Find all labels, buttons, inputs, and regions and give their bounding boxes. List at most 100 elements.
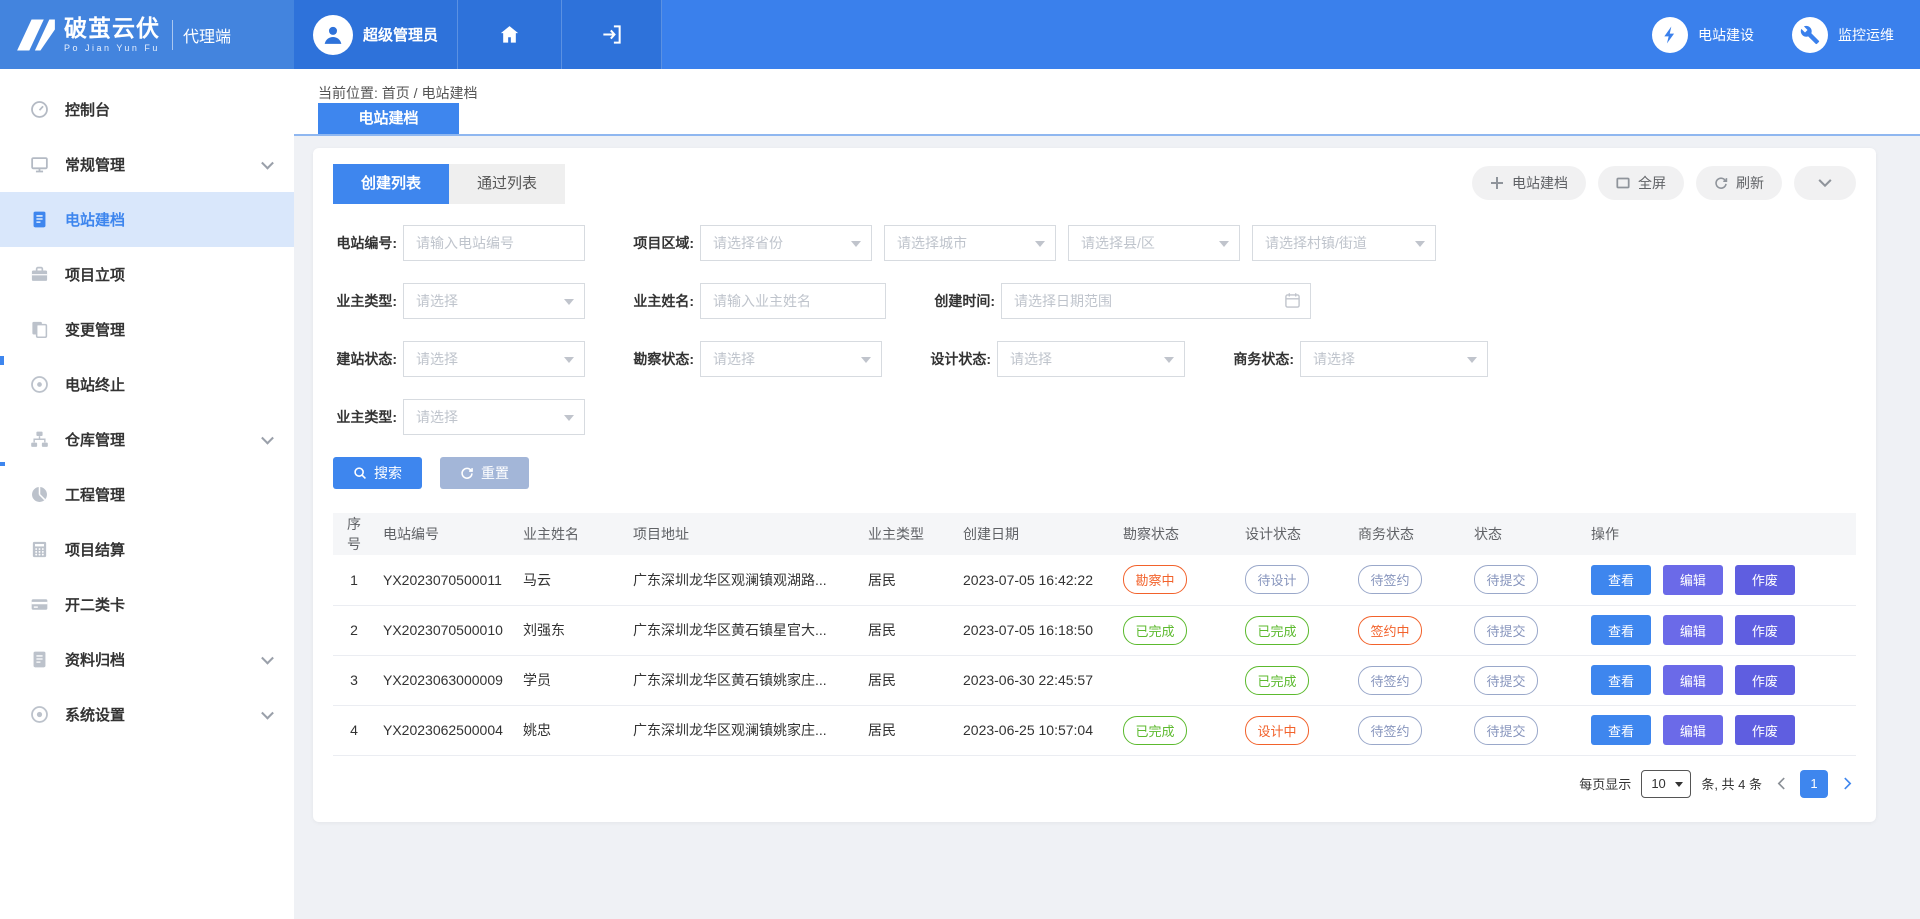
business-status-cell: 待签约 <box>1350 705 1466 755</box>
caret-down-icon <box>1415 241 1425 247</box>
owner-name-input[interactable] <box>700 283 886 319</box>
document-icon <box>30 210 50 230</box>
address-cell: 广东深圳龙华区观澜镇观湖路... <box>625 555 860 605</box>
station-code-input[interactable] <box>403 225 585 261</box>
plus-icon <box>1490 176 1504 190</box>
lightning-icon <box>1652 17 1688 53</box>
collapse-button[interactable] <box>1794 166 1856 200</box>
status-badge: 待签约 <box>1358 666 1422 695</box>
sidebar-item-system-settings[interactable]: 系统设置 <box>0 687 294 742</box>
table-row: 2 YX2023070500010 刘强东 广东深圳龙华区黄石镇星官大... 居… <box>333 605 1856 655</box>
sidebar-item-label: 项目立项 <box>65 264 125 285</box>
table-row: 1 YX2023070500011 马云 广东深圳龙华区观澜镇观湖路... 居民… <box>333 555 1856 605</box>
logout-button[interactable] <box>562 0 662 69</box>
tab-create-list[interactable]: 创建列表 <box>333 164 449 204</box>
city-select[interactable]: 请选择城市 <box>884 225 1056 261</box>
quick-link-label: 电站建设 <box>1698 25 1754 45</box>
actions-cell: 查看 编辑 作废 <box>1583 705 1856 755</box>
sidebar-item-warehouse-management[interactable]: 仓库管理 <box>0 412 294 467</box>
pagination: 每页显示 10 条, 共 4 条 1 <box>333 770 1856 798</box>
page-tab-station-archive[interactable]: 电站建档 <box>318 103 459 134</box>
view-button[interactable]: 查看 <box>1591 615 1651 645</box>
edit-button[interactable]: 编辑 <box>1663 665 1723 695</box>
province-select[interactable]: 请选择省份 <box>700 225 872 261</box>
owner-type-2-select[interactable]: 请选择 <box>403 399 585 435</box>
date-range-picker[interactable] <box>1001 283 1311 319</box>
address-cell: 广东深圳龙华区黄石镇姚家庄... <box>625 655 860 705</box>
total-count-label: 条, 共 4 条 <box>1701 774 1762 793</box>
sidebar-item-engineering-management[interactable]: 工程管理 <box>0 467 294 522</box>
user-menu[interactable]: 超级管理员 <box>294 0 458 69</box>
owner-type-select[interactable]: 请选择 <box>403 283 585 319</box>
sidebar-item-console[interactable]: 控制台 <box>0 82 294 137</box>
view-button[interactable]: 查看 <box>1591 565 1651 595</box>
sidebar-item-project-initiation[interactable]: 项目立项 <box>0 247 294 302</box>
filter-owner-type-2: 业主类型: 请选择 <box>333 399 585 435</box>
station-code-cell: YX2023063000009 <box>375 655 515 705</box>
table-row: 4 YX2023062500004 姚忠 广东深圳龙华区观澜镇姚家庄... 居民… <box>333 705 1856 755</box>
sidebar-item-project-settlement[interactable]: 项目结算 <box>0 522 294 577</box>
created-cell: 2023-07-05 16:18:50 <box>955 605 1115 655</box>
view-button[interactable]: 查看 <box>1591 665 1651 695</box>
brand-divider <box>172 20 173 50</box>
status-badge: 待提交 <box>1474 616 1538 645</box>
next-page-button[interactable] <box>1838 775 1856 793</box>
filter-row-3: 建站状态: 请选择 勘察状态: 请选择 设计状态: 请选择 商务状态: <box>333 341 1856 377</box>
dashboard-icon <box>30 100 50 120</box>
filter-label: 业主姓名: <box>630 291 694 311</box>
status-badge: 待提交 <box>1474 716 1538 745</box>
refresh-button[interactable]: 刷新 <box>1696 166 1782 200</box>
col-address: 项目地址 <box>625 513 860 555</box>
void-button[interactable]: 作废 <box>1735 715 1795 745</box>
sidebar-item-station-archive[interactable]: 电站建档 <box>0 192 294 247</box>
actions-cell: 查看 编辑 作废 <box>1583 605 1856 655</box>
sidebar-item-change-management[interactable]: 变更管理 <box>0 302 294 357</box>
reset-icon <box>460 466 474 480</box>
owner-type-cell: 居民 <box>860 655 955 705</box>
quick-link-monitor-ops[interactable]: 监控运维 <box>1792 17 1894 53</box>
edit-button[interactable]: 编辑 <box>1663 615 1723 645</box>
address-cell: 广东深圳龙华区观澜镇姚家庄... <box>625 705 860 755</box>
sidebar-item-second-class-card[interactable]: 开二类卡 <box>0 577 294 632</box>
status-cell: 待提交 <box>1466 605 1583 655</box>
void-button[interactable]: 作废 <box>1735 615 1795 645</box>
build-status-select[interactable]: 请选择 <box>403 341 585 377</box>
edit-button[interactable]: 编辑 <box>1663 565 1723 595</box>
page-number-button[interactable]: 1 <box>1800 770 1828 798</box>
breadcrumb-path[interactable]: 首页 / 电站建档 <box>382 85 478 101</box>
filter-label: 建站状态: <box>333 349 397 369</box>
design-status-select[interactable]: 请选择 <box>997 341 1185 377</box>
fullscreen-label: 全屏 <box>1638 173 1666 193</box>
tab-passed-list[interactable]: 通过列表 <box>449 164 565 204</box>
street-select[interactable]: 请选择村镇/街道 <box>1252 225 1436 261</box>
void-button[interactable]: 作废 <box>1735 665 1795 695</box>
prev-page-button[interactable] <box>1772 775 1790 793</box>
edit-button[interactable]: 编辑 <box>1663 715 1723 745</box>
district-select[interactable]: 请选择县/区 <box>1068 225 1240 261</box>
chevron-down-icon <box>261 706 274 719</box>
search-button[interactable]: 搜索 <box>333 457 422 489</box>
quick-link-station-build[interactable]: 电站建设 <box>1652 17 1754 53</box>
business-status-select[interactable]: 请选择 <box>1300 341 1488 377</box>
fullscreen-button[interactable]: 全屏 <box>1598 166 1684 200</box>
breadcrumb-label: 当前位置: <box>318 85 378 101</box>
reset-button[interactable]: 重置 <box>440 457 529 489</box>
created-cell: 2023-06-30 22:45:57 <box>955 655 1115 705</box>
sidebar-item-station-termination[interactable]: 电站终止 <box>0 357 294 412</box>
row-index: 2 <box>333 605 375 655</box>
create-station-button[interactable]: 电站建档 <box>1472 166 1586 200</box>
per-page-select[interactable]: 10 <box>1641 770 1691 798</box>
date-range-input[interactable] <box>1001 283 1311 319</box>
survey-status-select[interactable]: 请选择 <box>700 341 882 377</box>
settings-icon <box>30 705 50 725</box>
col-created: 创建日期 <box>955 513 1115 555</box>
caret-down-icon <box>861 357 871 363</box>
sidebar-item-general-management[interactable]: 常规管理 <box>0 137 294 192</box>
home-button[interactable] <box>458 0 562 69</box>
status-badge: 已完成 <box>1123 716 1187 745</box>
filter-owner-name: 业主姓名: <box>630 283 886 319</box>
created-cell: 2023-07-05 16:42:22 <box>955 555 1115 605</box>
void-button[interactable]: 作废 <box>1735 565 1795 595</box>
view-button[interactable]: 查看 <box>1591 715 1651 745</box>
sidebar-item-data-archive[interactable]: 资料归档 <box>0 632 294 687</box>
